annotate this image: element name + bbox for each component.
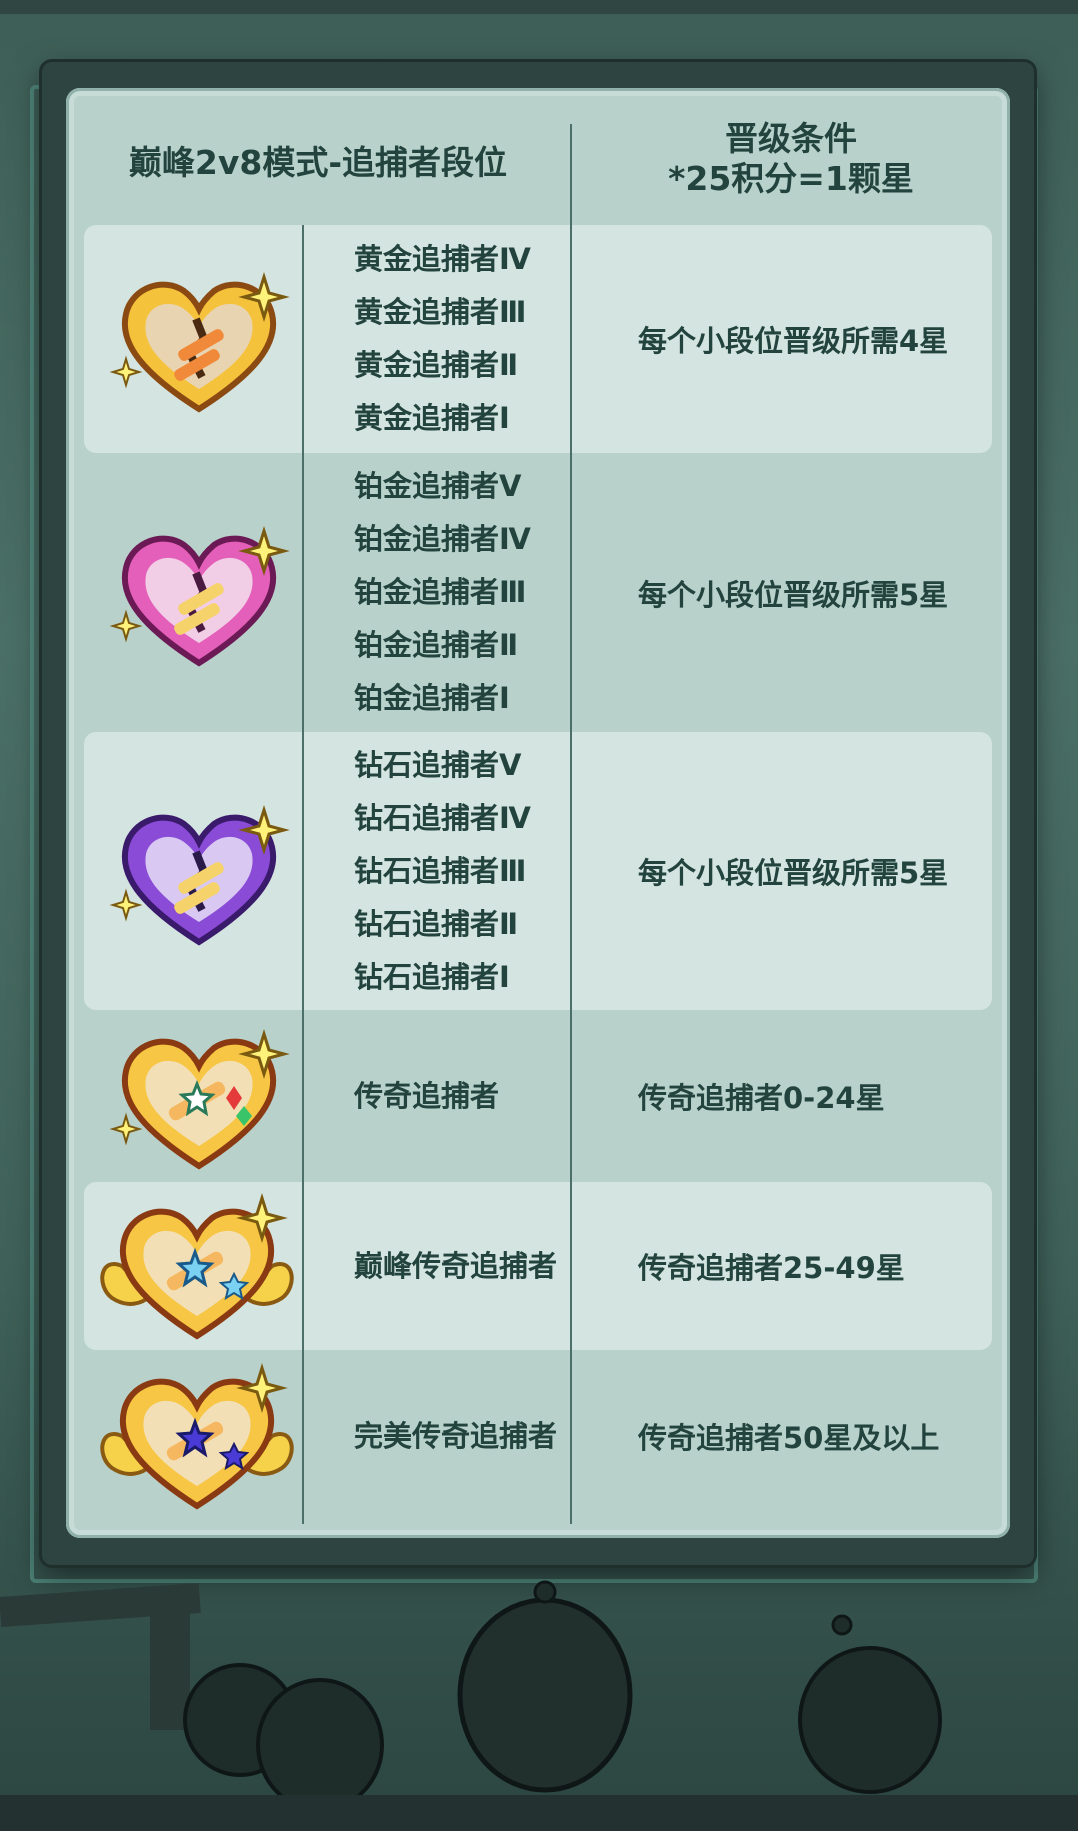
tier-label: 巅峰传奇追捕者: [354, 1248, 558, 1283]
rank-column-title: 巅峰2v8模式-追捕者段位: [128, 142, 508, 182]
promotion-condition: 传奇追捕者25-49星: [638, 1251, 905, 1285]
tier-label: 铂金追捕者Ⅲ: [354, 575, 527, 609]
tier-list-gold: 黄金追捕者Ⅳ 黄金追捕者Ⅲ 黄金追捕者Ⅱ 黄金追捕者Ⅰ: [354, 225, 594, 453]
legend-heart-badge-icon: [109, 1028, 290, 1170]
tier-label: 完美传奇追捕者: [354, 1418, 558, 1453]
diamond-heart-badge-icon: [109, 804, 290, 946]
column-divider-left: [302, 225, 304, 1524]
tier-label: 钻石追捕者Ⅱ: [354, 906, 519, 941]
promotion-column-header: 晋级条件 *25积分=1颗星: [572, 88, 1010, 223]
rank-table-panel: 巅峰2v8模式-追捕者段位 晋级条件 *25积分=1颗星 黄金追捕者Ⅳ 黄金追捕…: [66, 88, 1010, 1538]
promotion-condition: 每个小段位晋级所需4星: [638, 324, 949, 358]
tier-label: 传奇追捕者: [354, 1078, 500, 1113]
rank-row-peak-legend: 巅峰传奇追捕者 传奇追捕者25-49星: [84, 1182, 992, 1350]
tier-label: 黄金追捕者Ⅱ: [354, 348, 519, 382]
perfect-legend-winged-heart-badge-icon: [100, 1362, 294, 1510]
gold-heart-badge-icon: [109, 271, 290, 413]
promotion-column-title: 晋级条件: [725, 118, 857, 158]
tier-list-legend: 传奇追捕者: [354, 1012, 594, 1180]
rank-row-diamond: 钻石追捕者Ⅴ 钻石追捕者Ⅳ 钻石追捕者Ⅲ 钻石追捕者Ⅱ 钻石追捕者Ⅰ 每个小段位…: [84, 732, 992, 1010]
tier-label: 钻石追捕者Ⅰ: [354, 959, 510, 994]
promotion-condition: 每个小段位晋级所需5星: [638, 577, 949, 612]
tier-label: 钻石追捕者Ⅳ: [354, 800, 531, 835]
tier-list-perfect-legend: 完美传奇追捕者: [354, 1352, 594, 1520]
tier-label: 铂金追捕者Ⅰ: [354, 681, 510, 715]
platinum-heart-badge-icon: [109, 525, 290, 667]
promotion-condition: 传奇追捕者0-24星: [638, 1081, 885, 1115]
rank-row-platinum: 铂金追捕者Ⅴ 铂金追捕者Ⅳ 铂金追捕者Ⅲ 铂金追捕者Ⅱ 铂金追捕者Ⅰ 每个小段位…: [84, 455, 992, 730]
points-note: *25积分=1颗星: [668, 158, 914, 198]
top-bar: [0, 0, 1078, 14]
tier-label: 铂金追捕者Ⅳ: [354, 522, 531, 556]
rank-row-gold: 黄金追捕者Ⅳ 黄金追捕者Ⅲ 黄金追捕者Ⅱ 黄金追捕者Ⅰ 每个小段位晋级所需4星: [84, 225, 992, 453]
tier-label: 黄金追捕者Ⅰ: [354, 401, 510, 435]
promotion-condition: 每个小段位晋级所需5星: [638, 856, 949, 890]
tier-label: 钻石追捕者Ⅴ: [354, 747, 522, 782]
shadow-characters-illustration: [0, 1580, 1078, 1831]
tier-list-platinum: 铂金追捕者Ⅴ 铂金追捕者Ⅳ 铂金追捕者Ⅲ 铂金追捕者Ⅱ 铂金追捕者Ⅰ: [354, 455, 594, 730]
tier-list-diamond: 钻石追捕者Ⅴ 钻石追捕者Ⅳ 钻石追捕者Ⅲ 钻石追捕者Ⅱ 钻石追捕者Ⅰ: [354, 732, 594, 1010]
peak-legend-winged-heart-badge-icon: [100, 1192, 294, 1340]
promotion-condition: 传奇追捕者50星及以上: [638, 1421, 940, 1455]
tier-label: 黄金追捕者Ⅲ: [354, 295, 527, 329]
column-divider-right: [570, 124, 572, 1524]
tier-label: 铂金追捕者Ⅴ: [354, 469, 522, 503]
tier-label: 铂金追捕者Ⅱ: [354, 628, 519, 662]
tier-label: 黄金追捕者Ⅳ: [354, 242, 531, 276]
table-header: 巅峰2v8模式-追捕者段位 晋级条件 *25积分=1颗星: [66, 88, 1010, 223]
rank-row-legend: 传奇追捕者 传奇追捕者0-24星: [84, 1012, 992, 1180]
tier-label: 钻石追捕者Ⅲ: [354, 853, 527, 888]
tier-list-peak-legend: 巅峰传奇追捕者: [354, 1182, 594, 1350]
rank-row-perfect-legend: 完美传奇追捕者 传奇追捕者50星及以上: [84, 1352, 992, 1520]
